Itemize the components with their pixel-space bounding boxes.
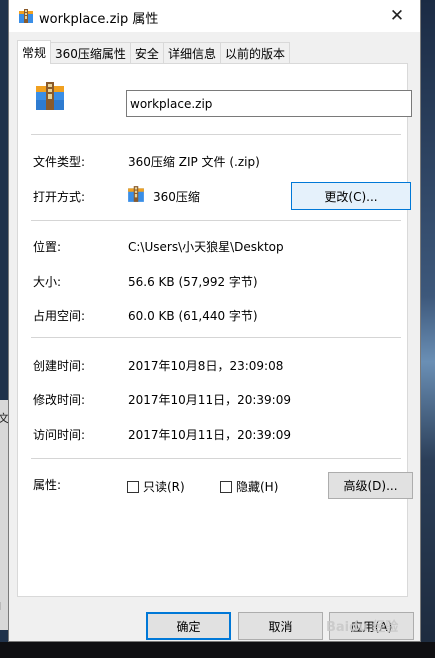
divider [31, 134, 401, 135]
change-button[interactable]: 更改(C)... [291, 182, 411, 210]
checkbox-box[interactable] [220, 480, 232, 493]
readonly-checkbox[interactable]: 只读(R) [127, 478, 185, 495]
close-button[interactable]: ✕ [374, 0, 420, 32]
cancel-button[interactable]: 取消 [238, 612, 323, 640]
file-name-input[interactable] [126, 90, 412, 117]
background-window-text: I [0, 600, 1, 613]
window-title: workplace.zip 属性 [39, 12, 159, 27]
location-value: C:\Users\小天狼星\Desktop [128, 240, 284, 254]
hidden-label: 隐藏(H) [236, 480, 279, 494]
zip-archive-icon [18, 8, 34, 24]
title-bar[interactable]: workplace.zip 属性 ✕ [9, 0, 420, 32]
tab-security[interactable]: 安全 [129, 42, 164, 64]
modified-label: 修改时间: [33, 393, 86, 407]
divider [31, 220, 401, 221]
file-type-value: 360压缩 ZIP 文件 (.zip) [128, 155, 260, 169]
background-window-left: 文 I [0, 400, 9, 630]
open-with-label: 打开方式: [33, 190, 86, 204]
tab-details[interactable]: 详细信息 [162, 42, 221, 64]
size-value: 56.6 KB (57,992 字节) [128, 275, 258, 289]
accessed-value: 2017年10月11日，20:39:09 [128, 428, 291, 442]
tab-previous-versions[interactable]: 以前的版本 [219, 42, 290, 64]
general-tab-panel: 文件类型: 360压缩 ZIP 文件 (.zip) 打开方式: 360压缩 更改… [17, 63, 413, 597]
open-with-value: 360压缩 [153, 190, 200, 204]
divider [31, 337, 401, 338]
checkbox-box[interactable] [127, 480, 139, 493]
accessed-label: 访问时间: [33, 428, 86, 442]
hidden-checkbox[interactable]: 隐藏(H) [220, 478, 278, 495]
divider [31, 458, 401, 459]
advanced-button[interactable]: 高级(D)... [328, 472, 413, 499]
location-label: 位置: [33, 240, 62, 254]
desktop-background-right [421, 0, 435, 658]
file-type-label: 文件类型: [33, 155, 86, 169]
attributes-label: 属性: [33, 478, 62, 492]
readonly-label: 只读(R) [143, 480, 185, 494]
created-value: 2017年10月8日，23:09:08 [128, 359, 284, 373]
zip-archive-icon [127, 185, 145, 203]
ok-button[interactable]: 确定 [146, 612, 231, 640]
created-label: 创建时间: [33, 359, 86, 373]
close-icon: ✕ [389, 6, 405, 26]
disk-size-label: 占用空间: [33, 309, 86, 323]
taskbar-strip [0, 642, 435, 658]
tab-general[interactable]: 常规 [17, 40, 52, 64]
size-label: 大小: [33, 275, 62, 289]
watermark: Baidu 经验 [326, 620, 399, 635]
disk-size-value: 60.0 KB (61,440 字节) [128, 309, 258, 323]
zip-archive-icon [34, 80, 66, 112]
modified-value: 2017年10月11日，20:39:09 [128, 393, 291, 407]
tab-strip: 常规 360压缩属性 安全 详细信息 以前的版本 [17, 40, 290, 64]
properties-dialog: workplace.zip 属性 ✕ 常规 360压缩属性 安全 详细信息 以前… [8, 0, 421, 642]
tab-360-properties[interactable]: 360压缩属性 [50, 42, 131, 64]
